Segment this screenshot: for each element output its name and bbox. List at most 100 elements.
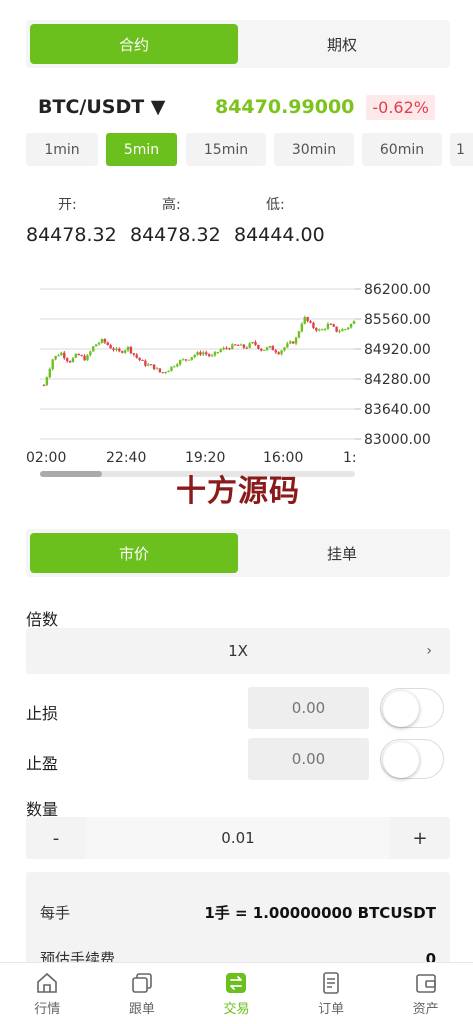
multiplier-value: 1X [228, 642, 248, 660]
chart-scroll-thumb[interactable] [40, 471, 102, 477]
candle-body [178, 360, 182, 365]
candle-body [57, 355, 60, 357]
quantity-value[interactable]: 0.01 [86, 817, 390, 859]
candle-body [54, 355, 57, 360]
candle-body [80, 355, 83, 357]
candle-body [219, 349, 222, 352]
candle-body [45, 377, 49, 386]
candle-body [280, 350, 283, 355]
candle-body [149, 364, 153, 366]
candle-body [344, 329, 347, 331]
interval-60min[interactable]: 60min [362, 133, 442, 166]
candle-body [97, 342, 101, 345]
interval-more[interactable]: 1 [450, 133, 473, 166]
per-lot-row: 每手 1手 = 1.00000000 BTCUSDT [40, 902, 436, 923]
wallet-icon [415, 973, 436, 993]
candle-body [289, 341, 292, 344]
y-tick-label: 84280.00 [364, 372, 431, 388]
candle-body [318, 329, 321, 331]
y-tick-label: 86200.00 [364, 282, 431, 298]
nav-label: 跟单 [128, 1001, 155, 1017]
candle-body [196, 352, 199, 355]
candlestick-chart[interactable]: 86200.00 85560.00 84920.00 84280.00 83640.00… [0, 270, 473, 490]
x-tick-label: 02:00 [26, 450, 66, 466]
candle-body [51, 359, 54, 370]
candle-body [152, 364, 156, 370]
candle-body [300, 323, 304, 332]
nav-label: 订单 [318, 1001, 345, 1017]
candle-body [63, 352, 66, 359]
interval-15min[interactable]: 15min [186, 133, 266, 166]
candle-body [236, 344, 240, 346]
candle-body [118, 348, 121, 352]
candle-body [199, 352, 202, 355]
quantity-increase-button[interactable]: + [390, 817, 450, 859]
order-type-switch: 市价 挂单 [26, 529, 450, 577]
candle-body [254, 341, 257, 345]
tab-limit-order[interactable]: 挂单 [238, 533, 446, 573]
document-icon [323, 971, 339, 994]
candle-body [228, 348, 231, 350]
y-tick-label: 84920.00 [364, 342, 431, 358]
tab-options[interactable]: 期权 [238, 24, 446, 64]
candle-body [347, 327, 350, 330]
exchange-icon [226, 972, 247, 993]
candle-body [326, 323, 330, 329]
candle-body [121, 351, 124, 353]
open-value: 84478.32 [26, 224, 117, 246]
take-profit-toggle[interactable] [380, 739, 444, 779]
candle-body [42, 385, 46, 387]
candle-body [274, 350, 277, 353]
candle-body [225, 347, 228, 349]
candle-body [147, 364, 150, 366]
multiplier-selector[interactable]: 1X › [26, 628, 450, 674]
candle-body [135, 354, 138, 358]
stop-loss-input[interactable] [248, 687, 369, 729]
candle-body [164, 372, 167, 374]
candle-body [181, 359, 185, 361]
candle-body [158, 368, 162, 373]
nav-trade[interactable]: 交易 [189, 963, 284, 1024]
candle-body [245, 347, 249, 349]
interval-1min[interactable]: 1min [26, 133, 98, 166]
candle-body [170, 366, 173, 371]
candle-body [216, 351, 220, 353]
candle-body [213, 352, 217, 356]
tab-market-order[interactable]: 市价 [30, 533, 238, 573]
candle-body [320, 329, 324, 331]
candle-body [323, 328, 327, 330]
nav-assets[interactable]: 资产 [378, 963, 473, 1024]
interval-30min[interactable]: 30min [274, 133, 354, 166]
toggle-knob [383, 691, 419, 727]
y-tick-label: 83000.00 [364, 432, 431, 448]
nav-copy-trade[interactable]: 跟单 [95, 963, 190, 1024]
candle-body [283, 347, 286, 351]
nav-orders[interactable]: 订单 [284, 963, 379, 1024]
candle-body [297, 331, 301, 338]
candle-body [231, 344, 234, 350]
candle-body [109, 345, 112, 349]
symbol-selector[interactable]: BTC/USDT ▼ [38, 96, 165, 118]
candle-body [260, 348, 263, 351]
candle-body [112, 348, 115, 350]
candle-body [277, 352, 280, 355]
chevron-right-icon: › [426, 643, 432, 659]
tab-contract[interactable]: 合约 [30, 24, 238, 64]
nav-label: 行情 [34, 1001, 61, 1017]
candle-body [207, 354, 211, 356]
candle-body [173, 366, 176, 368]
interval-5min[interactable]: 5min [106, 133, 177, 166]
quantity-decrease-button[interactable]: - [26, 817, 86, 859]
candle-body [248, 343, 251, 348]
x-tick-label: 16:00 [263, 450, 303, 466]
take-profit-input[interactable] [248, 738, 369, 780]
copy-icon [132, 972, 152, 993]
stop-loss-toggle[interactable] [380, 688, 444, 728]
high-value: 84478.32 [130, 224, 221, 246]
y-tick-label: 85560.00 [364, 312, 431, 328]
order-info-panel: 每手 1手 = 1.00000000 BTCUSDT 预估手续费 0 [26, 872, 450, 972]
nav-market[interactable]: 行情 [0, 963, 95, 1024]
candle-body [71, 357, 75, 363]
candle-body [291, 341, 295, 344]
candle-body [262, 349, 266, 351]
